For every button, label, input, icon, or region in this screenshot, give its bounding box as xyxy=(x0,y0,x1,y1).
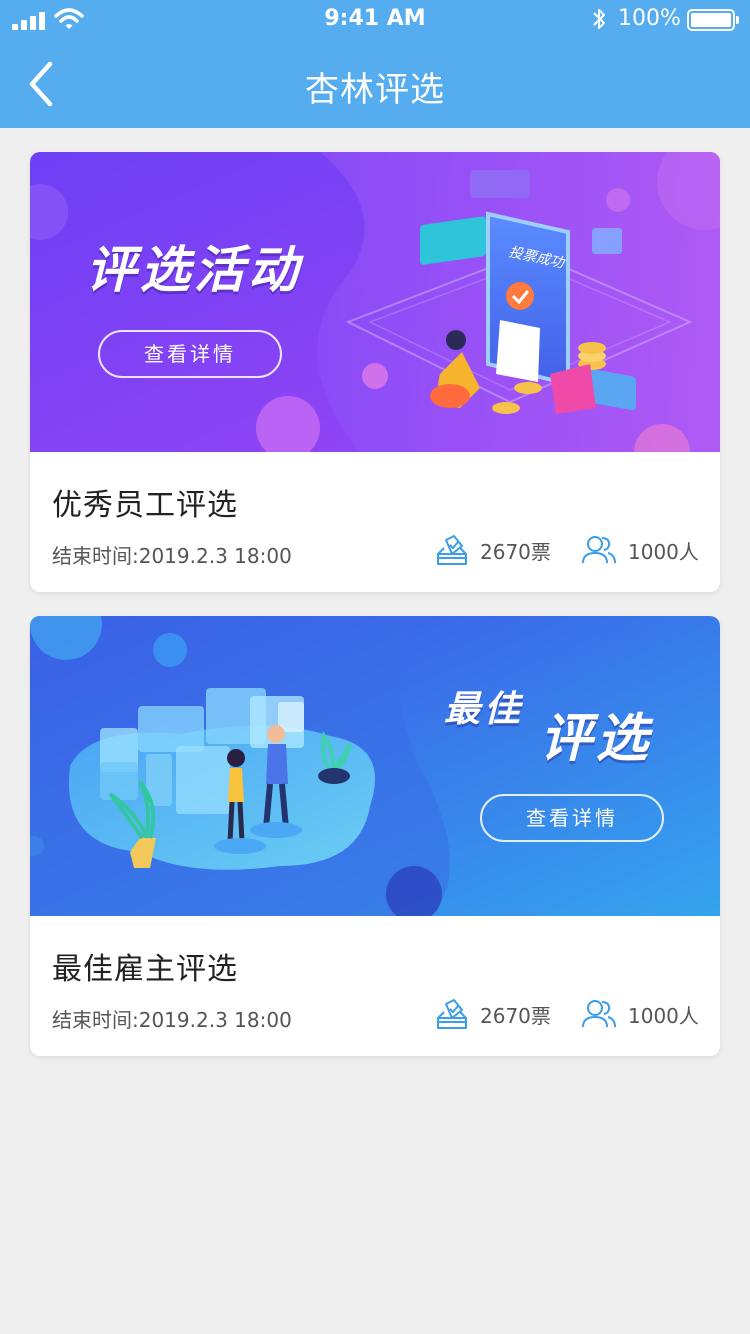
vote-count-text-2: 2670票 xyxy=(480,1003,551,1028)
page-title: 杏林评选 xyxy=(305,70,445,110)
event-card-1[interactable]: 投票成功 评选活动 查看详情 优秀员工评选 结束时间:2019.2.3 18:0… xyxy=(30,152,720,592)
event-banner-1[interactable]: 投票成功 评选活动 查看详情 xyxy=(30,152,720,452)
battery-icon xyxy=(687,9,739,31)
end-time-1: 结束时间:2019.2.3 18:00 xyxy=(52,544,292,568)
vote-count-2: 2670票 xyxy=(436,996,551,1032)
participant-count-text-2: 1000人 xyxy=(628,1003,699,1028)
nav-bar: 杏林评选 xyxy=(0,40,750,128)
view-details-button-2[interactable]: 查看详情 xyxy=(480,794,664,842)
participant-count-text-1: 1000人 xyxy=(628,539,699,564)
people-icon xyxy=(582,536,616,564)
banner-title-1: 评选活动 xyxy=(86,241,302,299)
view-details-button-1[interactable]: 查看详情 xyxy=(98,330,282,378)
ballot-icon xyxy=(437,999,467,1029)
banner-title-2b: 评选 xyxy=(540,709,653,769)
event-title-2: 最佳雇主评选 xyxy=(52,952,238,987)
event-banner-2[interactable]: 最佳 评选 查看详情 xyxy=(30,616,720,916)
banner-title-2a: 最佳 xyxy=(444,689,525,730)
banner-illustration-1: 投票成功 xyxy=(30,152,720,452)
event-card-2[interactable]: 最佳 评选 查看详情 最佳雇主评选 结束时间:2019.2.3 18:00 26… xyxy=(30,616,720,1056)
status-bar: 9:41 AM 100% xyxy=(0,0,750,40)
ballot-icon xyxy=(437,535,467,565)
battery-percent: 100% xyxy=(618,6,681,31)
app-header: 9:41 AM 100% 杏林评选 xyxy=(0,0,750,128)
bluetooth-icon xyxy=(593,9,605,29)
people-icon xyxy=(582,1000,616,1028)
end-time-2: 结束时间:2019.2.3 18:00 xyxy=(52,1008,292,1032)
participant-count-2: 1000人 xyxy=(582,996,699,1032)
event-title-1: 优秀员工评选 xyxy=(52,488,238,523)
participant-count-1: 1000人 xyxy=(582,532,699,568)
vote-count-1: 2670票 xyxy=(436,532,551,568)
vote-count-text-1: 2670票 xyxy=(480,539,551,564)
